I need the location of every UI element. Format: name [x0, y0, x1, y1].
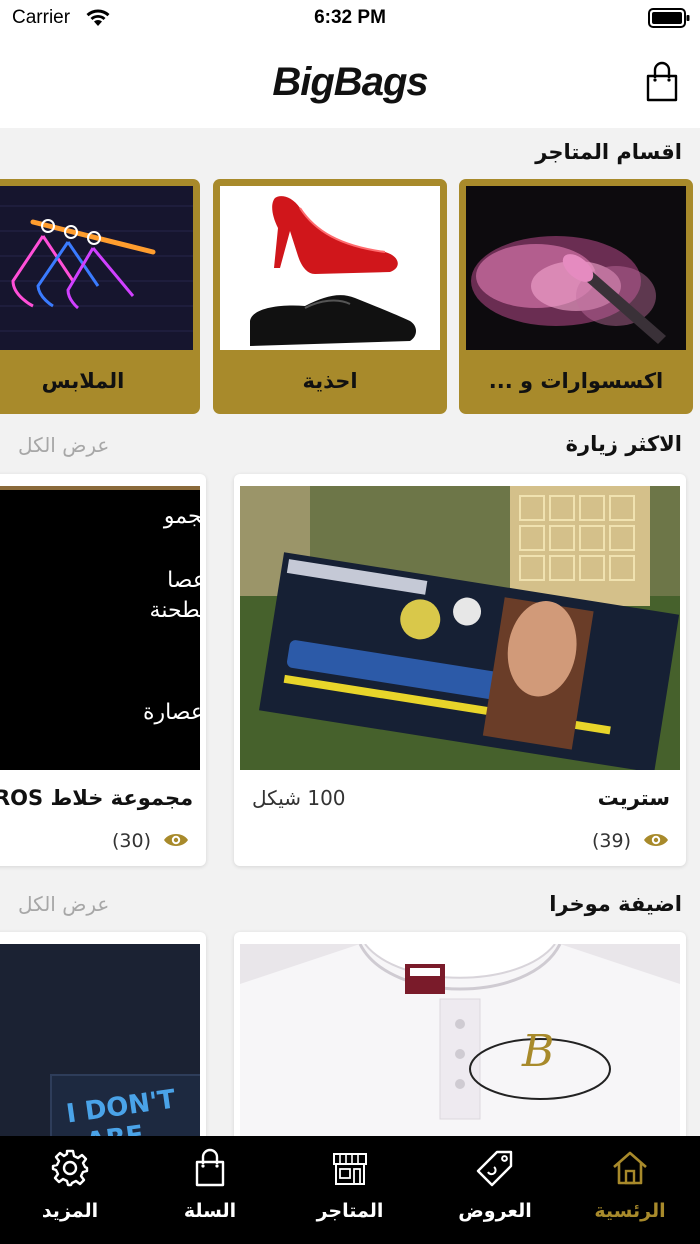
- eye-icon: [644, 834, 668, 846]
- category-image-clothes: [0, 186, 193, 350]
- app-screen: Carrier 6:32 PM BigBags اقسام المتاجر اك…: [0, 0, 700, 1244]
- category-label: الملابس: [41, 369, 125, 393]
- product-image: مجمو عصا مطحنة عصارة: [0, 486, 200, 770]
- image-overlay-text: عصا: [167, 568, 200, 593]
- product-card[interactable]: مجمو عصا مطحنة عصارة مجموعة خلاط ROS (30…: [0, 474, 206, 866]
- product-card[interactable]: ستريت 100 شيكل (39): [234, 474, 686, 866]
- category-image-accessories: [466, 186, 686, 350]
- eye-icon: [164, 834, 188, 846]
- tab-stores[interactable]: المتاجر: [280, 1136, 420, 1244]
- image-overlay-text: مطحنة: [149, 598, 200, 623]
- shopping-bag-icon[interactable]: [644, 60, 680, 104]
- logo-letter: B: [522, 1026, 555, 1077]
- status-bar: Carrier 6:32 PM: [0, 0, 700, 36]
- clock: 6:32 PM: [314, 7, 386, 28]
- most-visited-see-all-link[interactable]: عرض الكل: [18, 433, 109, 457]
- tab-cart[interactable]: السلة: [140, 1136, 280, 1244]
- bag-icon: [195, 1148, 225, 1187]
- recently-added-title: اضيفة موخرا: [549, 892, 682, 916]
- battery-icon: [648, 8, 690, 28]
- app-logo-title: BigBags: [272, 60, 428, 104]
- tab-label: السلة: [183, 1200, 237, 1222]
- product-name: ستريت: [597, 786, 670, 810]
- tab-label: الرئسية: [594, 1200, 666, 1222]
- category-card-clothes[interactable]: الملابس: [0, 179, 200, 414]
- category-image-shoes: [220, 186, 440, 350]
- product-view-count: (39): [591, 830, 631, 852]
- tab-home[interactable]: الرئسية: [560, 1136, 700, 1244]
- categories-title: اقسام المتاجر: [535, 140, 682, 164]
- product-image: [240, 486, 680, 770]
- most-visited-title: الاكثر زيارة: [565, 432, 682, 456]
- product-name: مجموعة خلاط ROS: [0, 786, 194, 810]
- tag-icon: [476, 1150, 513, 1187]
- tab-label: العروض: [458, 1200, 532, 1222]
- tab-more[interactable]: المزيد: [0, 1136, 140, 1244]
- product-price: 100 شيكل: [252, 786, 346, 810]
- recently-added-see-all-link[interactable]: عرض الكل: [18, 892, 109, 916]
- tab-label: المتاجر: [316, 1200, 384, 1222]
- category-card-accessories[interactable]: اكسسوارات و ...: [459, 179, 693, 414]
- tab-label: المزيد: [41, 1200, 99, 1222]
- bottom-tab-bar: الرئسية العروض المتاجر السلة المزيد: [0, 1136, 700, 1244]
- tab-offers[interactable]: العروض: [425, 1136, 565, 1244]
- category-card-shoes[interactable]: احذية: [213, 179, 447, 414]
- gear-icon: [51, 1149, 89, 1187]
- home-icon: [613, 1151, 647, 1185]
- image-overlay-text: عصارة: [142, 700, 200, 725]
- image-overlay-text: مجمو: [163, 504, 200, 529]
- category-label: احذية: [302, 369, 358, 393]
- category-label: اكسسوارات و ...: [488, 369, 664, 393]
- product-view-count: (30): [111, 830, 151, 852]
- store-icon: [333, 1153, 367, 1185]
- app-header: BigBags: [0, 36, 700, 128]
